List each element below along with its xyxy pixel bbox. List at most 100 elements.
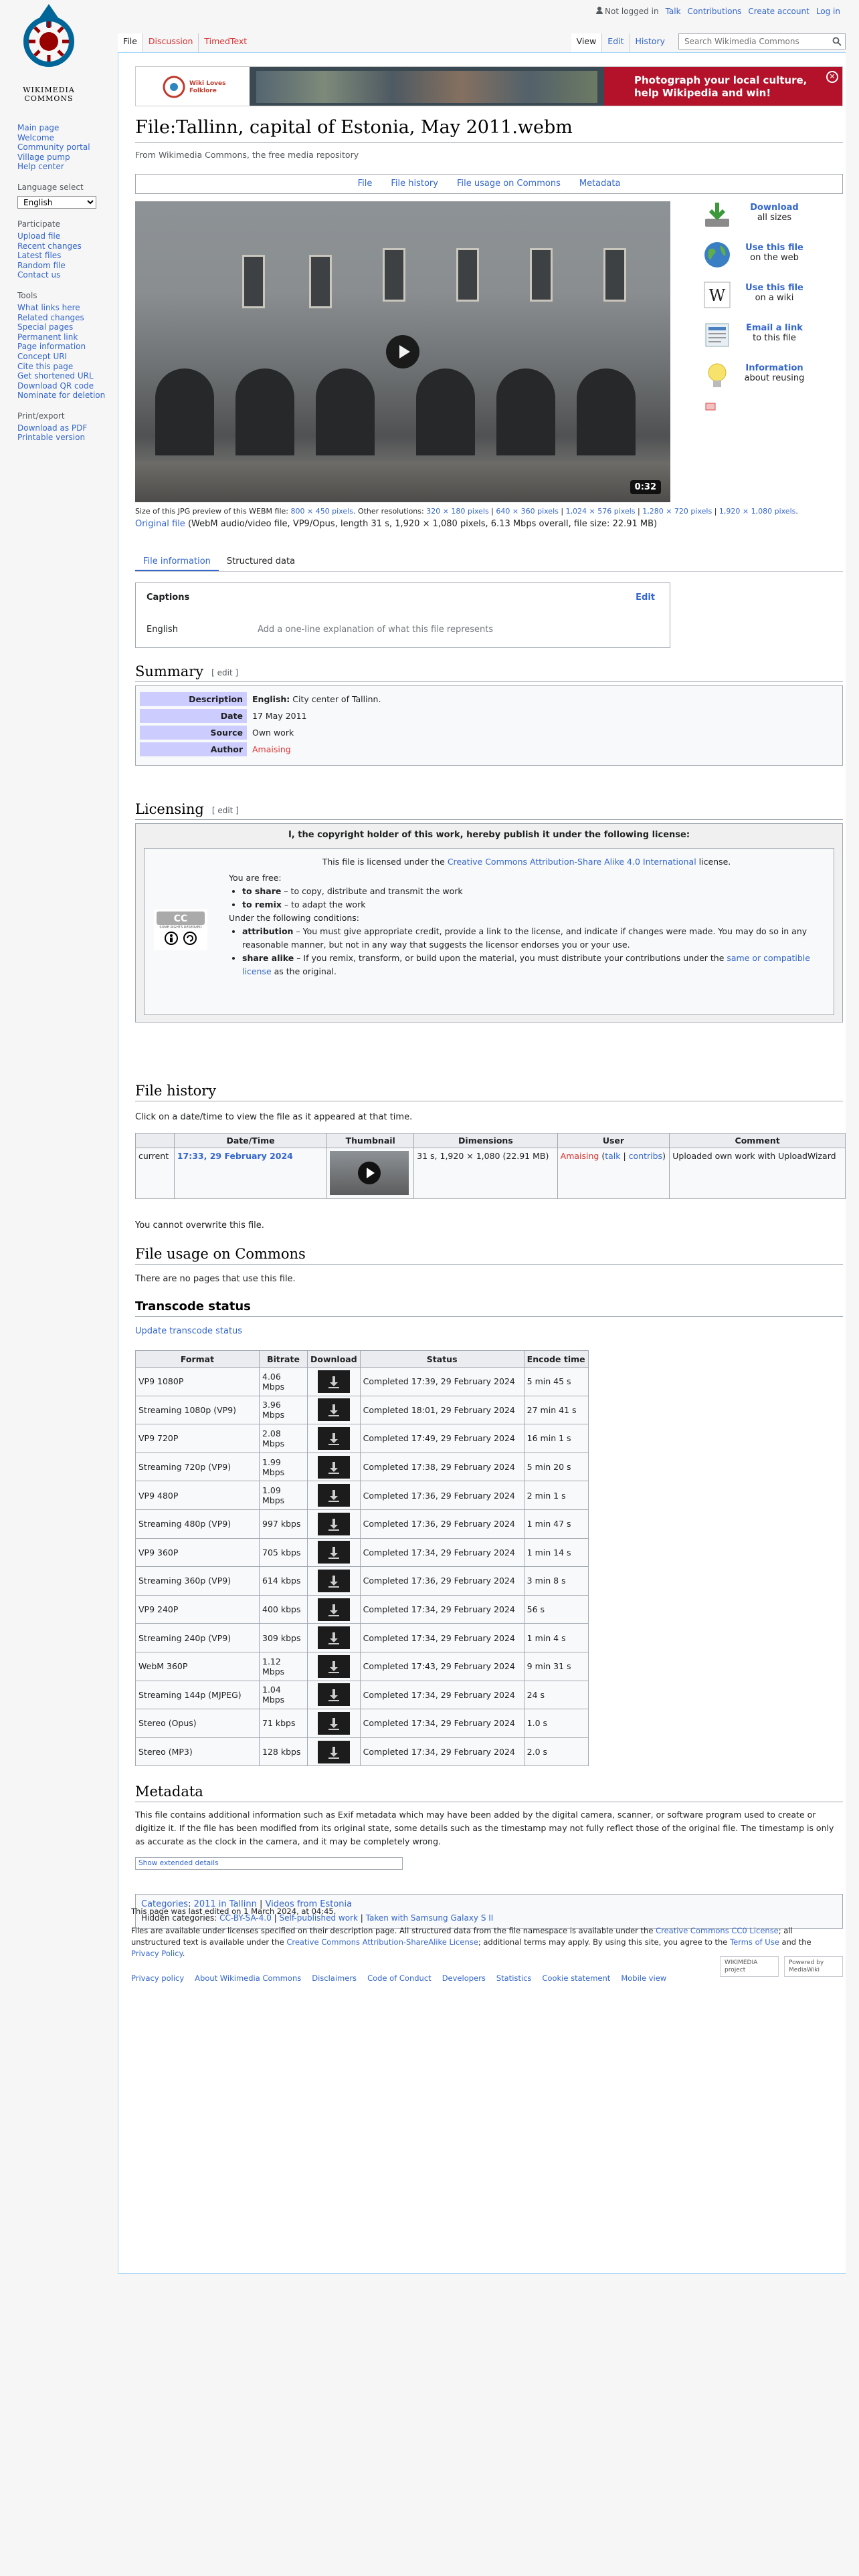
tab-timedtext[interactable]: TimedText [198,33,252,52]
resolution-link[interactable]: 1,024 × 576 pixels [566,507,636,516]
footer-link-mobile[interactable]: Mobile view [621,1973,666,1984]
download-icon[interactable] [317,1569,350,1592]
download-icon[interactable] [317,1484,350,1507]
toc-file[interactable]: File [358,179,373,193]
language-select[interactable]: English [17,195,96,209]
transcode-table: Format Bitrate Download Status Encode ti… [135,1350,589,1767]
download-icon[interactable] [317,1426,350,1450]
sidebar-item-nominate-deletion[interactable]: Nominate for deletion [17,391,124,401]
powered-by-mediawiki-badge[interactable]: Powered by MediaWiki [784,1956,843,1977]
footer-link-about[interactable]: About Wikimedia Commons [195,1973,301,1984]
sidebar-item-permanent-link[interactable]: Permanent link [17,332,124,342]
action-email-link[interactable]: Email a link to this file [702,320,836,360]
resolution-link[interactable]: 640 × 360 pixels [496,507,558,516]
wikimedia-project-badge[interactable]: WIKIMEDIA project [720,1956,779,1977]
search-icon[interactable] [832,37,842,46]
tab-file[interactable]: File [118,33,142,52]
banner-close-button[interactable]: ✕ [826,71,838,83]
campaign-banner[interactable]: Wiki Loves Folklore Photograph your loca… [135,66,843,106]
download-icon[interactable] [317,1512,350,1535]
show-extended-details-button[interactable]: Show extended details [135,1857,403,1870]
sidebar-item-page-information[interactable]: Page information [17,342,124,352]
sidebar-item-what-links-here[interactable]: What links here [17,303,124,313]
footer-link-developers[interactable]: Developers [442,1973,486,1984]
sidebar-item-welcome[interactable]: Welcome [17,133,124,143]
sidebar-item-contact-us[interactable]: Contact us [17,270,124,280]
preview-size-link[interactable]: 800 × 450 pixels [290,507,353,516]
resolution-link[interactable]: 1,920 × 1,080 pixels [719,507,795,516]
sidebar-item-printable[interactable]: Printable version [17,433,124,443]
footer-link-disclaimers[interactable]: Disclaimers [312,1973,357,1984]
tab-edit[interactable]: Edit [601,33,629,52]
download-icon[interactable] [317,1740,350,1763]
download-icon[interactable] [317,1370,350,1393]
tab-view[interactable]: View [571,33,602,52]
tab-discussion[interactable]: Discussion [142,33,198,52]
download-icon[interactable] [317,1654,350,1678]
action-download[interactable]: Download all sizes [702,200,836,240]
terms-link[interactable]: Terms of Use [730,1937,779,1947]
sidebar-item-latest-files[interactable]: Latest files [17,251,124,261]
history-talk-link[interactable]: talk [605,1151,620,1161]
sidebar-item-shortened-url[interactable]: Get shortened URL [17,371,124,381]
talk-link[interactable]: Talk [666,7,681,16]
video-player[interactable]: 0:32 [135,201,670,502]
sidebar-item-special-pages[interactable]: Special pages [17,322,124,332]
cc0-link[interactable]: Creative Commons CC0 License [656,1926,779,1935]
footer-link-code-of-conduct[interactable]: Code of Conduct [367,1973,432,1984]
tab-history[interactable]: History [629,33,670,52]
toc-metadata[interactable]: Metadata [579,179,621,193]
cc-license-link[interactable]: Creative Commons Attribution-Share Alike… [448,857,696,867]
sidebar-item-concept-uri[interactable]: Concept URI [17,352,124,362]
sidebar-item-community-portal[interactable]: Community portal [17,142,124,152]
cc-by-sa-logo[interactable]: CC SOME RIGHTS RESERVED [154,909,207,950]
download-icon[interactable] [317,1541,350,1564]
search-input[interactable] [678,33,846,49]
footer-link-cookie[interactable]: Cookie statement [542,1973,610,1984]
action-information[interactable]: Information about reusing [702,360,836,401]
footer-link-privacy[interactable]: Privacy policy [131,1973,184,1984]
tab-structured-data[interactable]: Structured data [219,553,303,571]
privacy-policy-link[interactable]: Privacy Policy [131,1949,183,1958]
sidebar-item-village-pump[interactable]: Village pump [17,152,124,163]
footer-link-statistics[interactable]: Statistics [496,1973,532,1984]
download-icon[interactable] [317,1398,350,1422]
contributions-link[interactable]: Contributions [688,7,742,16]
sidebar-item-download-pdf[interactable]: Download as PDF [17,423,124,433]
sidebar-item-qr-code[interactable]: Download QR code [17,381,124,391]
wikimedia-commons-logo[interactable]: WIKIMEDIA COMMONS [12,0,86,107]
resolution-link[interactable]: 1,280 × 720 pixels [642,507,712,516]
download-icon[interactable] [317,1711,350,1735]
resolution-link[interactable]: 320 × 180 pixels [426,507,488,516]
sidebar-item-related-changes[interactable]: Related changes [17,313,124,323]
caption-placeholder[interactable]: Add a one-line explanation of what this … [258,625,493,635]
download-icon[interactable] [317,1683,350,1707]
sidebar-item-upload-file[interactable]: Upload file [17,231,124,241]
cc-by-sa-link[interactable]: Creative Commons Attribution-ShareAlike … [286,1937,478,1947]
sidebar-item-recent-changes[interactable]: Recent changes [17,241,124,251]
sidebar-item-help-center[interactable]: Help center [17,162,124,172]
transcode-row: VP9 480P 1.09 Mbps Completed 17:36, 29 Feb… [135,1481,589,1510]
update-transcode-link[interactable]: Update transcode status [135,1326,242,1336]
create-account-link[interactable]: Create account [748,7,809,16]
download-icon[interactable] [317,1455,350,1479]
history-user-link[interactable]: Amaising [561,1151,599,1161]
login-link[interactable]: Log in [816,7,840,16]
history-contribs-link[interactable]: contribs [629,1151,662,1161]
licensing-edit-link[interactable]: [ edit ] [212,806,239,815]
sidebar-item-main-page[interactable]: Main page [17,123,124,133]
tab-file-information[interactable]: File information [135,553,219,571]
sidebar-item-cite-this-page[interactable]: Cite this page [17,362,124,372]
action-use-web[interactable]: Use this file on the web [702,240,836,280]
toc-file-history[interactable]: File history [391,179,438,193]
play-button[interactable] [386,335,419,368]
flag-icon[interactable] [705,402,716,411]
original-file-link[interactable]: Original file [135,519,185,529]
download-icon[interactable] [317,1598,350,1621]
summary-edit-link[interactable]: [ edit ] [211,668,238,677]
captions-edit-button[interactable]: Edit [636,593,655,603]
action-use-wiki[interactable]: W Use this file on a wiki [702,280,836,320]
download-icon[interactable] [317,1626,350,1650]
sidebar-item-random-file[interactable]: Random file [17,261,124,271]
toc-file-usage[interactable]: File usage on Commons [457,179,561,193]
